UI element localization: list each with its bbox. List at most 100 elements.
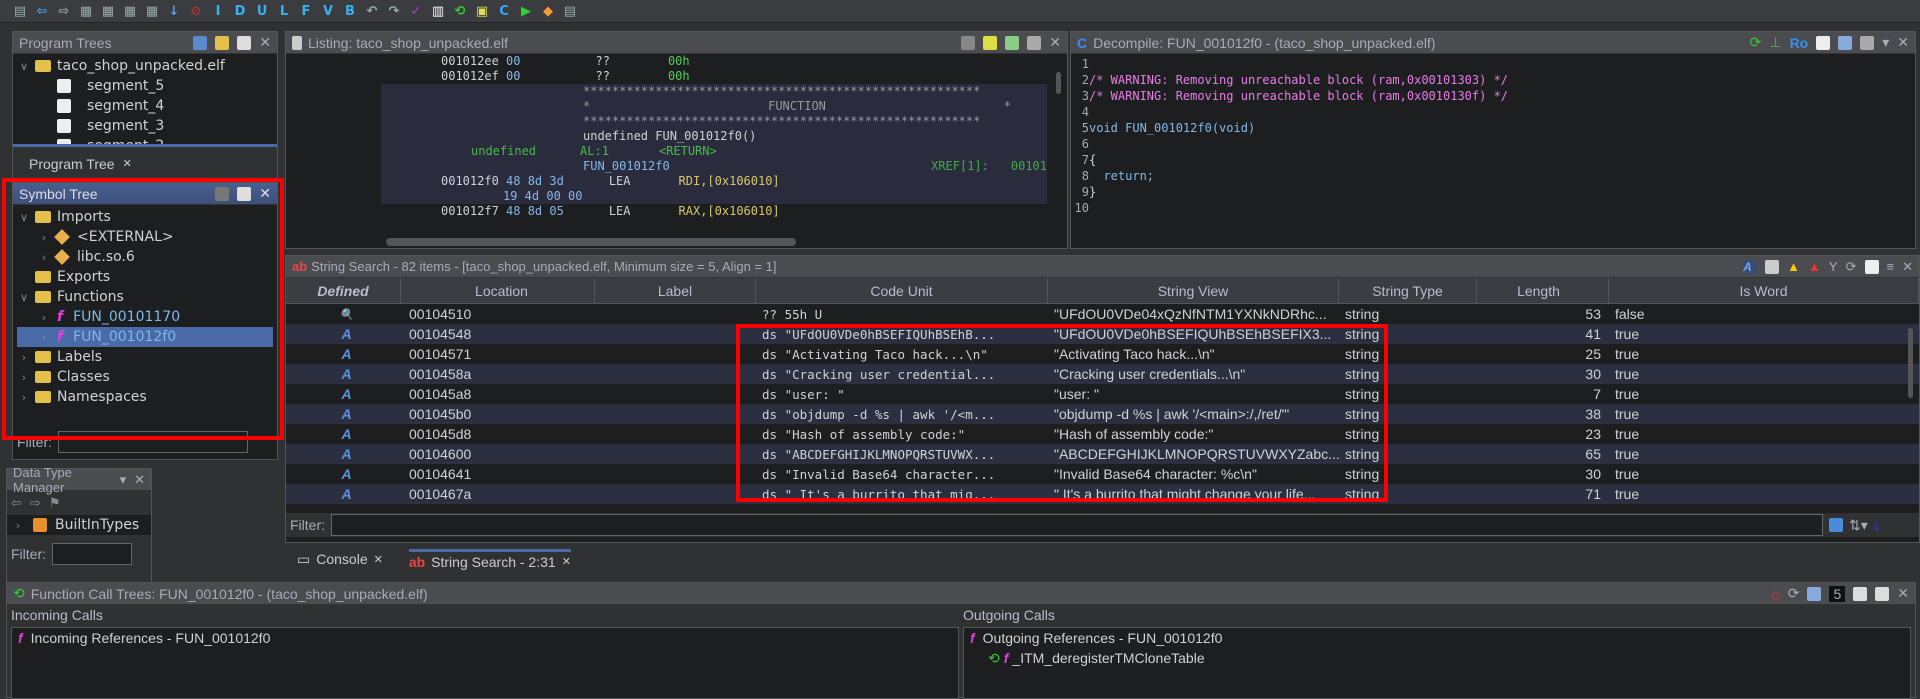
- nav-undefined-button[interactable]: U: [254, 3, 270, 19]
- navigate-incoming-icon[interactable]: [1853, 586, 1868, 601]
- chevron-right-icon[interactable]: ›: [11, 519, 25, 532]
- export-icon[interactable]: [237, 35, 252, 50]
- tree-item[interactable]: f Incoming References - FUN_001012f0: [12, 628, 958, 648]
- copy-icon[interactable]: [961, 35, 976, 50]
- field-icon[interactable]: [1005, 35, 1020, 50]
- tab-console[interactable]: ▭ Console ✕: [297, 551, 383, 568]
- bookmark-icon[interactable]: ▦: [100, 3, 116, 19]
- home-icon[interactable]: ⌂: [1771, 586, 1779, 602]
- vertical-scrollbar[interactable]: [1056, 72, 1061, 94]
- warning-icon[interactable]: ▲: [1787, 259, 1800, 274]
- refresh-icon[interactable]: ⟳: [1788, 585, 1800, 602]
- tree-item[interactable]: f Outgoing References - FUN_001012f0: [964, 628, 1910, 648]
- code-line[interactable]: 3/* WARNING: Removing unreachable block …: [1071, 88, 1915, 104]
- table-icon[interactable]: ▤: [562, 3, 578, 19]
- filter-icon[interactable]: Y: [1829, 259, 1838, 274]
- error-icon[interactable]: ▲: [1808, 259, 1821, 274]
- refresh-icon[interactable]: ⟳: [1846, 259, 1857, 275]
- nav-value-button[interactable]: V: [320, 3, 336, 19]
- refresh-icon[interactable]: ⟳: [1750, 34, 1762, 51]
- back-icon[interactable]: ⇦: [11, 496, 22, 511]
- redo-icon[interactable]: ↷: [386, 3, 402, 19]
- bookmark-icon[interactable]: ▦: [144, 3, 160, 19]
- code-line[interactable]: 6: [1071, 136, 1915, 152]
- close-icon[interactable]: ✕: [1897, 34, 1909, 51]
- close-icon[interactable]: ✕: [1902, 259, 1913, 275]
- make-string-icon[interactable]: [1864, 259, 1879, 274]
- forward-icon[interactable]: ⇨: [30, 496, 41, 511]
- close-icon[interactable]: ✕: [123, 157, 132, 170]
- forward-icon[interactable]: ⇨: [56, 3, 72, 19]
- depth-icon[interactable]: [1807, 586, 1822, 601]
- tree-item[interactable]: segment_3: [17, 116, 273, 136]
- table-row[interactable]: 🔍 00104510 ?? 55h U "UFdOU0VDe04xQzNfNTM1YX…: [286, 304, 1919, 324]
- tree-item[interactable]: segment_5: [17, 76, 273, 96]
- search-icon[interactable]: [1765, 259, 1780, 274]
- new-tree-icon[interactable]: [193, 35, 208, 50]
- copy-icon[interactable]: [1816, 35, 1831, 50]
- close-icon[interactable]: ✕: [374, 553, 383, 566]
- bookmark-icon[interactable]: ▦: [122, 3, 138, 19]
- code-line[interactable]: 7{: [1071, 152, 1915, 168]
- close-icon[interactable]: ✕: [1897, 585, 1909, 602]
- save-icon[interactable]: ▤: [12, 3, 28, 19]
- decompile-icon[interactable]: C: [496, 3, 512, 19]
- vertical-scrollbar[interactable]: [1908, 328, 1913, 398]
- tree-item[interactable]: segment_4: [17, 96, 273, 116]
- code-line[interactable]: 1: [1071, 56, 1915, 72]
- diamond-icon[interactable]: ◆: [540, 3, 556, 19]
- tree-item-builtintypes[interactable]: › BuiltInTypes: [7, 515, 151, 535]
- nav-data-button[interactable]: D: [232, 3, 248, 19]
- xref-address[interactable]: 00101: [1011, 159, 1047, 174]
- column-header[interactable]: Code Unit: [756, 278, 1048, 303]
- close-icon[interactable]: ✕: [562, 555, 571, 568]
- cursor-icon[interactable]: [983, 35, 998, 50]
- nav-label-button[interactable]: L: [276, 3, 292, 19]
- nav-bytes-button[interactable]: B: [342, 3, 358, 19]
- datatype-filter-input[interactable]: [52, 543, 132, 565]
- download-icon[interactable]: ⤓: [1874, 517, 1880, 534]
- filter-options-icon[interactable]: [1829, 518, 1843, 532]
- column-header[interactable]: Is Word: [1609, 278, 1919, 303]
- nav-instruction-button[interactable]: I: [210, 3, 226, 19]
- column-header[interactable]: String View: [1048, 278, 1339, 303]
- graph-icon[interactable]: ⊥: [1769, 34, 1781, 51]
- snapshot-icon[interactable]: [1860, 35, 1875, 50]
- tab-program-tree[interactable]: Program Tree ✕: [13, 144, 277, 180]
- close-icon[interactable]: ✕: [134, 472, 145, 488]
- open-folder-icon[interactable]: [215, 35, 230, 50]
- menu-icon[interactable]: ▾: [120, 472, 127, 488]
- code-line[interactable]: 8 return;: [1071, 168, 1915, 184]
- nav-function-button[interactable]: F: [298, 3, 314, 19]
- call-tree-icon[interactable]: ⟲: [452, 3, 468, 19]
- bytes-icon[interactable]: ▥: [430, 3, 446, 19]
- column-header[interactable]: Location: [401, 278, 595, 303]
- edit-icon[interactable]: [1838, 35, 1853, 50]
- bookmark-icon[interactable]: ▦: [78, 3, 94, 19]
- chevron-down-icon[interactable]: ∨: [17, 60, 31, 73]
- close-icon[interactable]: ✕: [259, 34, 271, 51]
- close-icon[interactable]: ✕: [1049, 34, 1061, 51]
- run-icon[interactable]: ▶: [518, 3, 534, 19]
- code-line[interactable]: 5void FUN_001012f0(void): [1071, 120, 1915, 136]
- column-header[interactable]: String Type: [1339, 278, 1477, 303]
- column-header[interactable]: Label: [595, 278, 756, 303]
- function-signature[interactable]: undefined FUN_001012f0(): [381, 129, 1047, 144]
- undo-icon[interactable]: ↶: [364, 3, 380, 19]
- defined-strings-toggle[interactable]: A: [1743, 259, 1758, 274]
- back-icon[interactable]: ⇦: [34, 3, 50, 19]
- navigate-outgoing-icon[interactable]: [1875, 586, 1890, 601]
- read-only-toggle[interactable]: Ro: [1790, 35, 1809, 51]
- menu-icon[interactable]: ▾: [1882, 34, 1889, 51]
- tree-item[interactable]: ⟲ f _ITM_deregisterTMCloneTable: [964, 648, 1910, 668]
- code-line[interactable]: 10: [1071, 200, 1915, 216]
- menu-icon[interactable]: ≡: [1887, 259, 1895, 274]
- horizontal-scrollbar[interactable]: [386, 238, 796, 246]
- tree-item-root[interactable]: ∨ taco_shop_unpacked.elf: [17, 56, 273, 76]
- code-line[interactable]: 2/* WARNING: Removing unreachable block …: [1071, 72, 1915, 88]
- code-line[interactable]: 4: [1071, 104, 1915, 120]
- tree-item[interactable]: segment_2: [17, 136, 273, 144]
- down-arrow-icon[interactable]: ↓: [166, 3, 182, 19]
- column-header[interactable]: Length: [1477, 278, 1609, 303]
- code-line[interactable]: 9}: [1071, 184, 1915, 200]
